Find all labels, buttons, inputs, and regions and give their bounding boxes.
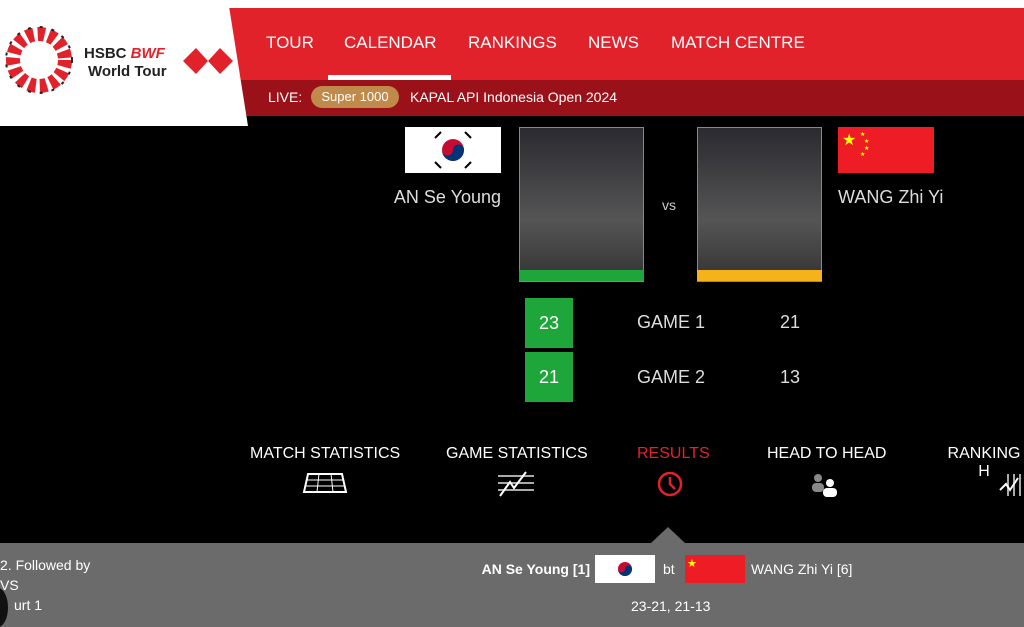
nav-match-centre[interactable]: MATCH CENTRE — [671, 33, 805, 53]
svg-text:★: ★ — [864, 138, 869, 145]
game2-p1-score: 21 — [525, 352, 573, 402]
game1-p2-score: 21 — [780, 312, 801, 332]
china-flag-icon: ★ ★ ★ ★ ★ — [838, 127, 934, 173]
bwf-logo-icon: HSBC BWF World Tour — [5, 26, 233, 94]
court-icon[interactable] — [302, 470, 348, 496]
nav-news[interactable]: NEWS — [588, 33, 639, 53]
clock-icon[interactable] — [656, 470, 684, 498]
player2-name[interactable]: WANG Zhi Yi — [838, 187, 943, 208]
result-player2: WANG Zhi Yi [6] — [751, 561, 853, 577]
svg-text:World Tour: World Tour — [88, 63, 167, 80]
result-korea-flag-icon — [595, 555, 655, 583]
tab-match-statistics[interactable]: MATCH STATISTICS — [250, 445, 400, 463]
tab-head-to-head[interactable]: HEAD TO HEAD — [767, 445, 886, 463]
svg-text:HSBC BWF: HSBC BWF — [84, 45, 166, 62]
nav-calendar[interactable]: CALENDAR — [344, 33, 437, 53]
nav-rankings[interactable]: RANKINGS — [468, 33, 557, 53]
live-label: LIVE: — [268, 89, 303, 105]
nav-tour[interactable]: TOUR — [266, 33, 314, 53]
game2-p2-score: 13 — [780, 367, 801, 387]
korea-flag-icon — [405, 127, 501, 173]
svg-text:★: ★ — [687, 558, 697, 570]
active-tab-pointer — [651, 527, 685, 543]
svg-text:★: ★ — [864, 145, 869, 152]
player2-bar — [697, 270, 822, 281]
player2-photo — [697, 127, 822, 282]
svg-text:★: ★ — [842, 132, 856, 149]
vs-label: vs — [662, 197, 676, 213]
logo[interactable]: HSBC BWF World Tour — [0, 0, 248, 126]
ranking-icon[interactable] — [998, 470, 1024, 498]
svg-text:★: ★ — [860, 131, 865, 138]
game1-label: GAME 1 — [637, 312, 706, 332]
svg-text:★: ★ — [860, 151, 865, 158]
tier-badge[interactable]: Super 1000 — [311, 86, 399, 108]
player1-name[interactable]: AN Se Young — [394, 187, 501, 208]
result-beat-label: bt — [663, 561, 675, 577]
player1-photo — [519, 127, 644, 282]
result-score: 23-21, 21-13 — [631, 598, 711, 614]
players-icon[interactable] — [808, 470, 842, 498]
tab-results[interactable]: RESULTS — [637, 445, 710, 463]
live-event-link[interactable]: KAPAL API Indonesia Open 2024 — [410, 89, 617, 105]
result-china-flag-icon: ★ — [685, 555, 745, 583]
chart-lines-icon[interactable] — [496, 470, 536, 498]
game2-label: GAME 2 — [637, 367, 706, 387]
results-panel — [0, 543, 1024, 627]
player1-winner-bar — [519, 270, 644, 281]
schedule-text-line3: urt 1 — [14, 597, 43, 613]
active-nav-indicator — [328, 75, 451, 80]
game1-p1-score: 23 — [525, 298, 573, 348]
schedule-text-line1: 2. Followed by — [0, 557, 91, 573]
tab-game-statistics[interactable]: GAME STATISTICS — [446, 445, 588, 463]
result-player1: AN Se Young [1] — [481, 561, 590, 577]
